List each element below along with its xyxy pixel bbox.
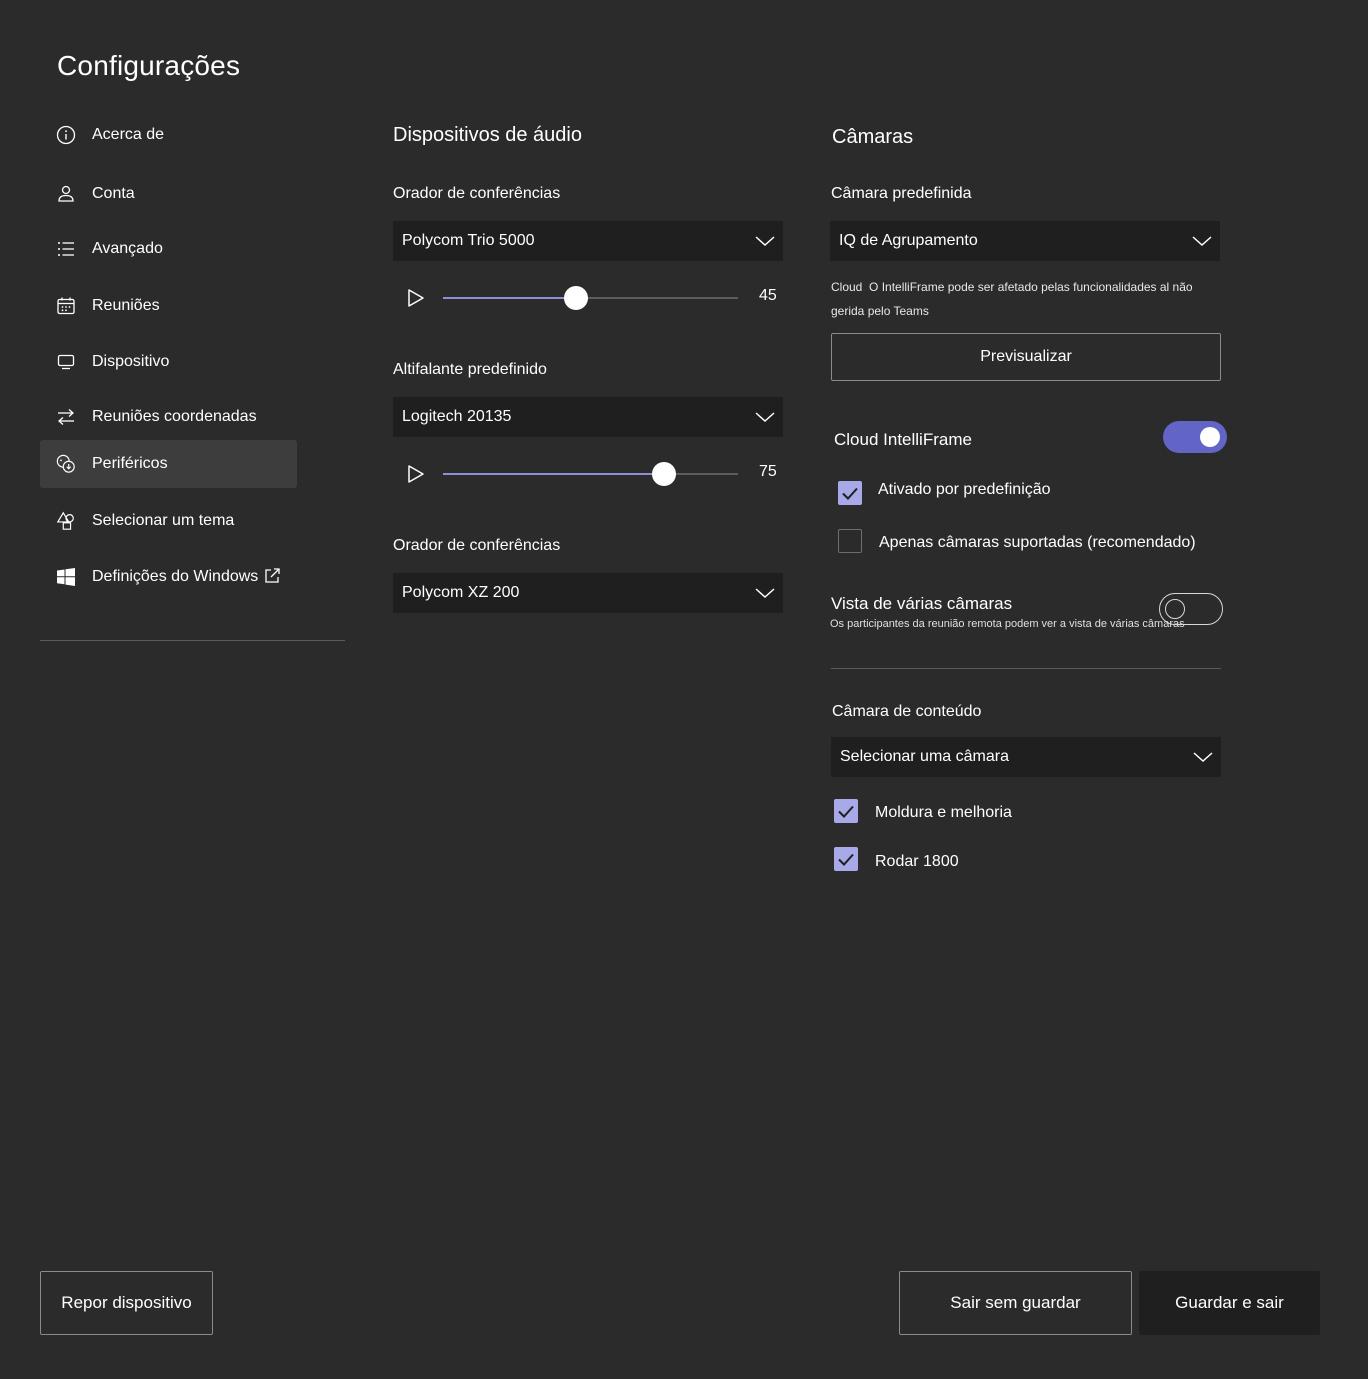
conference-speaker-label: Orador de conferências xyxy=(393,185,561,202)
supported-cameras-checkbox[interactable] xyxy=(838,529,862,553)
windows-icon xyxy=(56,567,76,587)
multi-camera-toggle[interactable] xyxy=(1159,593,1223,625)
sidebar-item-about[interactable]: Acerca de xyxy=(40,111,297,159)
sidebar-item-account[interactable]: Conta xyxy=(40,170,297,218)
sidebar-item-windows-settings[interactable]: Definições do Windows xyxy=(40,553,297,601)
frame-enhance-label: Moldura e melhoria xyxy=(875,804,1012,821)
external-link-icon xyxy=(263,567,281,590)
chevron-down-icon xyxy=(755,236,775,247)
multi-camera-label: Vista de várias câmaras xyxy=(831,594,1013,613)
info-icon xyxy=(56,125,76,145)
conference-speaker-dropdown[interactable]: Polycom Trio 5000 xyxy=(393,221,783,261)
sidebar-item-label: Conta xyxy=(92,185,135,202)
exit-without-saving-button[interactable]: Sair sem guardar xyxy=(899,1271,1132,1335)
sidebar-item-meetings[interactable]: Reuniões xyxy=(40,282,297,330)
play-icon[interactable] xyxy=(407,288,425,308)
default-camera-label: Câmara predefinida xyxy=(831,185,972,202)
default-camera-dropdown[interactable]: IQ de Agrupamento xyxy=(830,221,1220,261)
default-enabled-label: Ativado por predefinição xyxy=(878,481,1051,498)
sidebar-item-device[interactable]: Dispositivo xyxy=(40,338,297,386)
conference-mic-label: Orador de conferências xyxy=(393,537,561,554)
play-icon[interactable] xyxy=(407,464,425,484)
sidebar-item-theme[interactable]: Selecionar um tema xyxy=(40,497,297,545)
intelliframe-note: Cloud O IntelliFrame pode ser afetado pe… xyxy=(831,275,1231,323)
peripherals-icon xyxy=(56,454,76,474)
slider-track[interactable] xyxy=(443,286,738,310)
volume-value: 75 xyxy=(759,463,777,480)
intelliframe-label: Cloud IntelliFrame xyxy=(834,430,972,449)
conference-mic-dropdown[interactable]: Polycom XZ 200 xyxy=(393,573,783,613)
list-icon xyxy=(56,239,76,259)
sidebar-item-coordinated-meetings[interactable]: Reuniões coordenadas xyxy=(40,393,297,441)
intelliframe-toggle[interactable] xyxy=(1163,421,1227,453)
chevron-down-icon xyxy=(755,588,775,599)
note-prefix: Cloud xyxy=(831,280,863,294)
shapes-icon xyxy=(56,511,76,531)
sidebar-item-advanced[interactable]: Avançado xyxy=(40,225,297,273)
audio-section-title: Dispositivos de áudio xyxy=(393,124,582,146)
slider-fill xyxy=(443,473,665,475)
rotate-label: Rodar 1800 xyxy=(875,853,959,870)
account-icon xyxy=(56,184,76,204)
frame-enhance-checkbox[interactable] xyxy=(834,799,858,823)
dropdown-value: Polycom Trio 5000 xyxy=(402,232,535,249)
reset-device-button[interactable]: Repor dispositivo xyxy=(40,1271,213,1335)
page-title: Configurações xyxy=(57,50,241,81)
sidebar-divider xyxy=(40,640,345,641)
swap-arrows-icon xyxy=(56,407,76,427)
sidebar-item-label: Selecionar um tema xyxy=(92,512,235,529)
note-line1: O IntelliFrame pode ser afetado pelas fu… xyxy=(869,280,1193,294)
dropdown-value: Selecionar uma câmara xyxy=(840,748,1009,765)
sidebar-item-label: Acerca de xyxy=(92,126,165,143)
slider-fill xyxy=(443,297,576,299)
preview-button[interactable]: Previsualizar xyxy=(831,333,1221,381)
checkmark-icon xyxy=(842,487,858,500)
default-enabled-checkbox[interactable] xyxy=(838,481,862,505)
checkmark-icon xyxy=(838,853,854,866)
volume-value: 45 xyxy=(759,287,777,304)
slider-track[interactable] xyxy=(443,462,738,486)
content-camera-dropdown[interactable]: Selecionar uma câmara xyxy=(831,737,1221,777)
content-camera-label: Câmara de conteúdo xyxy=(832,703,982,720)
note-line2: gerida pelo Teams xyxy=(831,304,929,318)
default-speaker-label: Altifalante predefinido xyxy=(393,361,547,378)
toggle-knob xyxy=(1200,427,1220,447)
conference-speaker-volume[interactable]: 45 xyxy=(393,283,783,313)
sidebar-item-label: Dispositivo xyxy=(92,353,170,370)
sidebar-item-peripherals[interactable]: Periféricos xyxy=(40,440,297,488)
cameras-divider xyxy=(831,668,1221,669)
cameras-section-title: Câmaras xyxy=(832,126,914,148)
sidebar-item-label: Reuniões xyxy=(92,297,160,314)
dropdown-value: Logitech 20135 xyxy=(402,408,512,425)
chevron-down-icon xyxy=(1192,236,1212,247)
checkmark-icon xyxy=(838,805,854,818)
monitor-icon xyxy=(56,352,76,372)
sidebar-item-label: Definições do Windows xyxy=(92,568,259,585)
sidebar-item-label: Avançado xyxy=(92,240,163,257)
toggle-knob xyxy=(1165,599,1185,619)
multi-camera-description: Os participantes da reunião remota podem… xyxy=(830,618,1185,630)
supported-cameras-label: Apenas câmaras suportadas (recomendado) xyxy=(879,534,1196,551)
dropdown-value: Polycom XZ 200 xyxy=(402,584,520,601)
slider-thumb[interactable] xyxy=(563,286,588,310)
chevron-down-icon xyxy=(1193,752,1213,763)
slider-thumb[interactable] xyxy=(652,462,677,486)
default-speaker-volume[interactable]: 75 xyxy=(393,459,783,489)
rotate-checkbox[interactable] xyxy=(834,847,858,871)
save-and-exit-button[interactable]: Guardar e sair xyxy=(1139,1271,1320,1335)
chevron-down-icon xyxy=(755,412,775,423)
sidebar-item-label: Reuniões coordenadas xyxy=(92,408,257,425)
sidebar-item-label: Periféricos xyxy=(92,455,168,472)
default-speaker-dropdown[interactable]: Logitech 20135 xyxy=(393,397,783,437)
dropdown-value: IQ de Agrupamento xyxy=(839,232,978,249)
calendar-icon xyxy=(56,296,76,316)
